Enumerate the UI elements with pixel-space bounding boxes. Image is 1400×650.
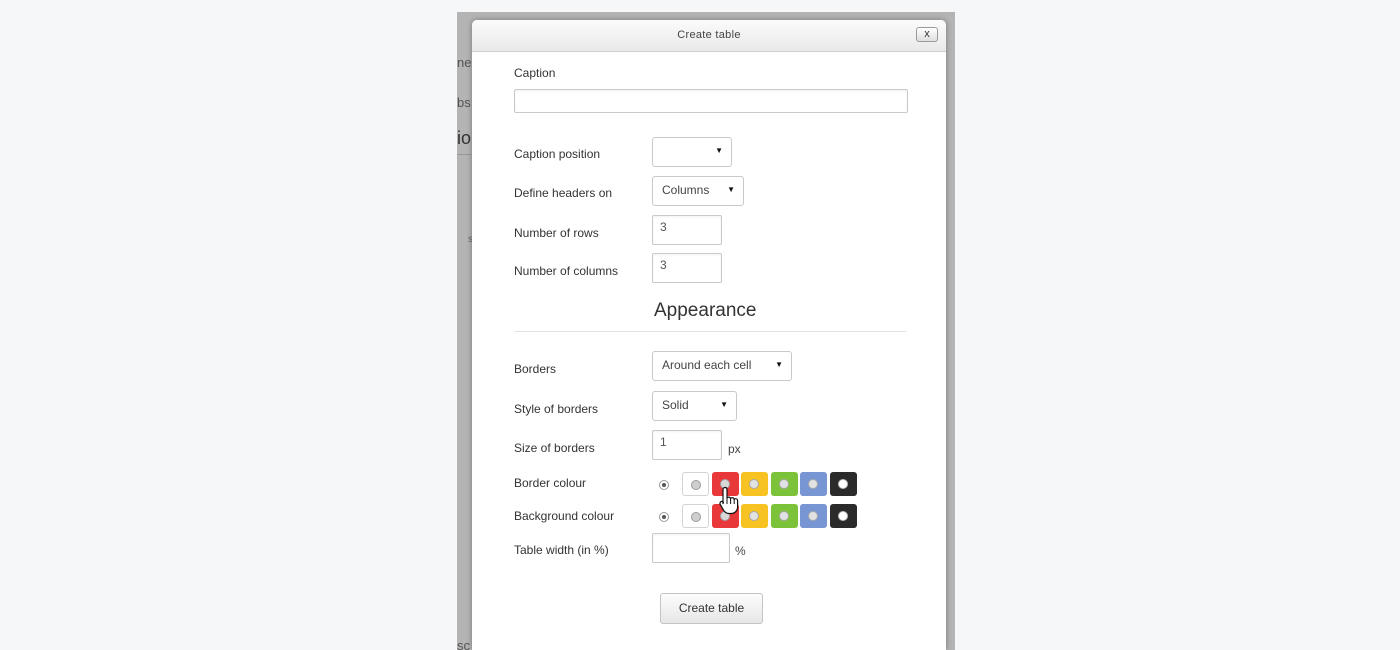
hand-pointer-icon xyxy=(719,486,739,515)
border-colour-swatch-yellow[interactable] xyxy=(741,472,768,496)
caption-label: Caption xyxy=(514,66,556,80)
border-style-label: Style of borders xyxy=(514,402,599,416)
border-size-label: Size of borders xyxy=(514,441,595,455)
appearance-heading: Appearance xyxy=(654,300,757,321)
background-colour-radio-yellow[interactable] xyxy=(749,511,759,521)
background-colour-swatch-yellow[interactable] xyxy=(741,504,768,528)
dropdown-arrow-icon: ▼ xyxy=(727,185,735,194)
background-text: sc xyxy=(457,638,470,650)
background-colour-radio-blue[interactable] xyxy=(808,511,818,521)
border-colour-radio-yellow[interactable] xyxy=(749,479,759,489)
borders-label: Borders xyxy=(514,362,557,376)
background-colour-swatch-green[interactable] xyxy=(770,504,798,528)
table-width-input[interactable] xyxy=(652,533,730,563)
table-width-unit: % xyxy=(735,544,746,558)
border-size-unit: px xyxy=(728,442,741,456)
background-text: io xyxy=(457,128,472,148)
rows-label: Number of rows xyxy=(514,226,599,240)
background-colour-swatch-black[interactable] xyxy=(829,504,857,528)
background-divider xyxy=(457,154,471,155)
border-style-select[interactable]: Solid ▼ xyxy=(652,391,737,421)
dialog-titlebar: Create table x xyxy=(472,20,946,52)
columns-label: Number of columns xyxy=(514,264,619,278)
background-colour-radio-white[interactable] xyxy=(691,512,701,522)
create-table-button[interactable]: Create table xyxy=(660,593,763,624)
borders-select[interactable]: Around each cell ▼ xyxy=(652,351,792,381)
dropdown-arrow-icon: ▼ xyxy=(715,146,723,155)
background-colour-swatch-blue[interactable] xyxy=(800,504,827,528)
border-colour-label: Border colour xyxy=(514,476,587,490)
border-colour-swatch-blue[interactable] xyxy=(800,472,827,496)
border-colour-radio-green[interactable] xyxy=(778,479,789,489)
border-size-input[interactable]: 1 xyxy=(652,430,722,460)
background-colour-radio-green[interactable] xyxy=(778,511,789,521)
caption-position-select[interactable]: ▼ xyxy=(652,137,732,167)
headers-select[interactable]: Columns ▼ xyxy=(652,176,744,206)
dropdown-arrow-icon: ▼ xyxy=(720,400,728,409)
dialog-title: Create table xyxy=(677,29,741,41)
background-text: bs xyxy=(457,95,471,110)
section-divider xyxy=(514,331,906,332)
headers-label: Define headers on xyxy=(514,186,613,200)
background-colour-label: Background colour xyxy=(514,509,615,523)
border-colour-swatch-black[interactable] xyxy=(829,472,857,496)
caption-input[interactable] xyxy=(514,89,908,113)
caption-position-label: Caption position xyxy=(514,147,601,161)
borders-value: Around each cell xyxy=(662,358,752,372)
close-button[interactable]: x xyxy=(916,27,938,42)
border-colour-swatch-white[interactable] xyxy=(682,472,709,496)
create-table-dialog: Create table x Caption Caption position … xyxy=(472,20,946,650)
rows-input[interactable]: 3 xyxy=(652,215,722,245)
headers-value: Columns xyxy=(662,183,710,197)
border-colour-radio-black[interactable] xyxy=(837,479,848,489)
dropdown-arrow-icon: ▼ xyxy=(775,360,783,369)
background-colour-swatch-white[interactable] xyxy=(682,504,709,528)
border-colour-swatch-green[interactable] xyxy=(770,472,798,496)
background-colour-none-radio[interactable] xyxy=(659,512,669,522)
columns-input[interactable]: 3 xyxy=(652,253,722,283)
border-colour-radio-white[interactable] xyxy=(691,480,701,490)
background-text: ne xyxy=(457,55,472,70)
table-width-label: Table width (in %) xyxy=(514,543,609,557)
border-colour-none-radio[interactable] xyxy=(659,480,669,490)
border-colour-radio-blue[interactable] xyxy=(808,479,818,489)
border-style-value: Solid xyxy=(662,398,689,412)
background-colour-radio-black[interactable] xyxy=(837,511,848,521)
